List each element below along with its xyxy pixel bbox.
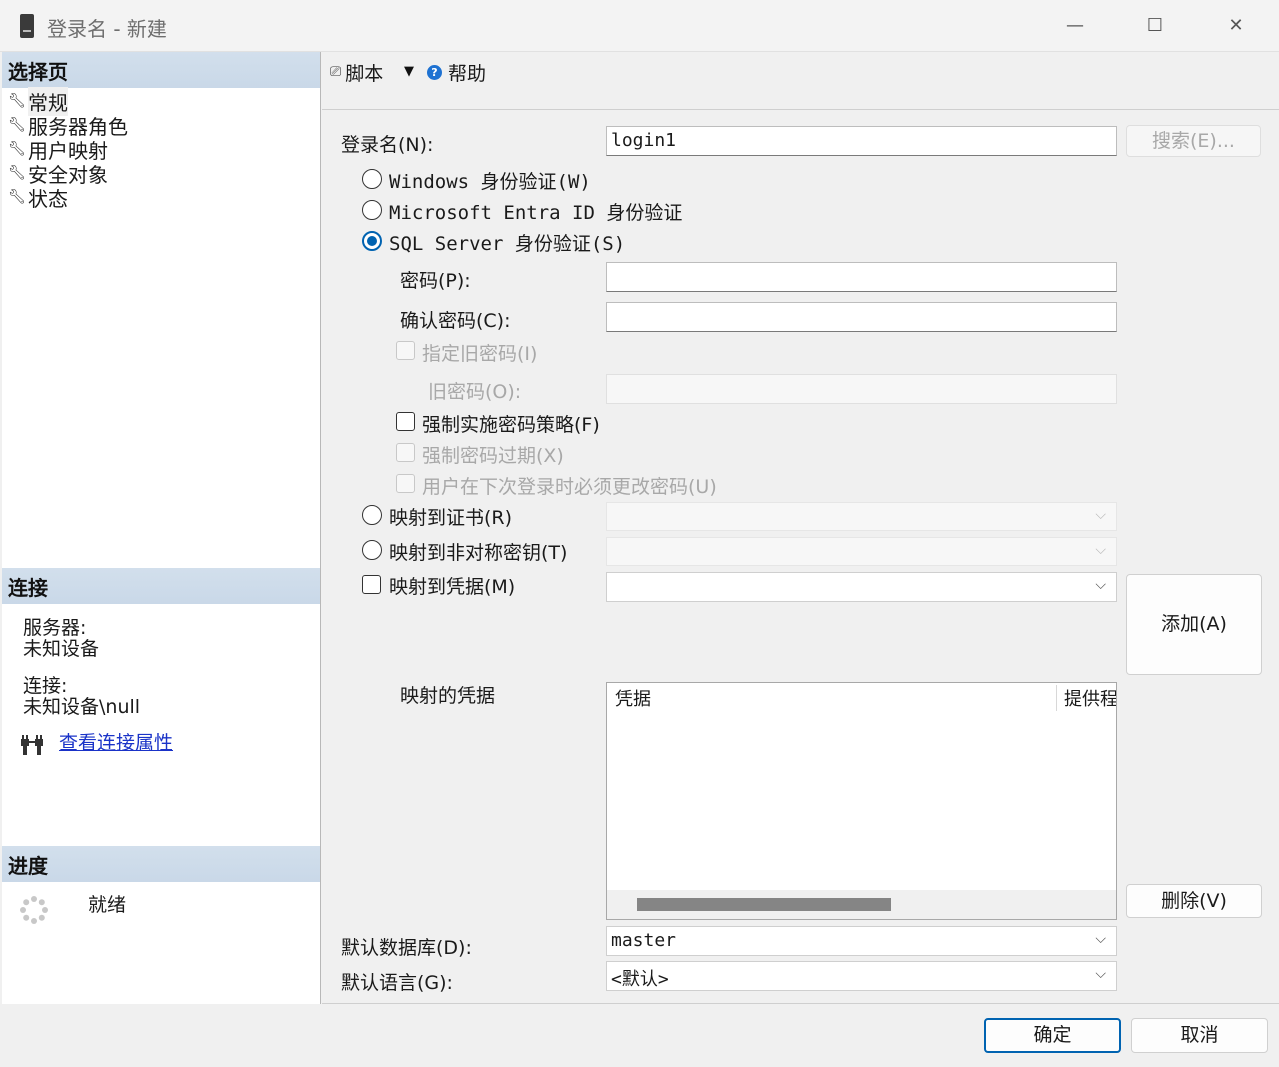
maximize-button[interactable]: ☐ (1125, 0, 1185, 52)
script-label: 脚本 (345, 62, 384, 85)
sql-auth-radio[interactable] (362, 231, 382, 251)
default-language-label: 默认语言(G): (341, 972, 453, 994)
select-page-header: 选择页 (2, 52, 320, 88)
progress-status: 就绪 (88, 894, 127, 916)
script-button[interactable]: ⎚ 脚本 (330, 60, 384, 85)
map-asym-key-radio[interactable] (362, 540, 382, 560)
help-icon: ? (427, 64, 442, 80)
default-language-combo[interactable]: <默认> ⌵ (606, 961, 1117, 991)
enforce-expiration-label: 强制密码过期(X) (422, 445, 564, 467)
chevron-down-icon: ⌵ (1095, 542, 1106, 558)
help-label: 帮助 (448, 62, 487, 85)
map-certificate-label: 映射到证书(R) (389, 507, 513, 529)
add-credential-button[interactable]: 添加(A) (1126, 574, 1262, 675)
left-panel: 选择页 🔧︎ 常规 🔧︎ 服务器角色 🔧︎ 用户映射 🔧︎ 安全对象 🔧︎ 状态… (2, 52, 321, 1004)
default-database-label: 默认数据库(D): (341, 937, 472, 959)
enforce-expiration-checkbox[interactable] (396, 443, 415, 462)
wrench-icon: 🔧︎ (8, 165, 26, 181)
page-item-general[interactable]: 🔧︎ 常规 (8, 86, 68, 116)
remove-credential-button[interactable]: 删除(V) (1126, 884, 1262, 918)
sql-auth-label: SQL Server 身份验证(S) (389, 233, 626, 255)
horizontal-scrollbar[interactable] (607, 890, 1116, 919)
server-label: 服务器: (23, 617, 87, 639)
wrench-icon: 🔧︎ (8, 189, 26, 205)
login-name-label: 登录名(N): (341, 134, 434, 156)
credential-column-header[interactable]: 凭据 (615, 685, 651, 711)
server-icon (20, 14, 34, 38)
ok-button[interactable]: 确定 (984, 1018, 1121, 1053)
password-label: 密码(P): (400, 270, 471, 292)
confirm-password-input[interactable] (606, 302, 1117, 332)
page-item-user-mapping[interactable]: 🔧︎ 用户映射 (8, 137, 108, 163)
title-bar: 登录名 - 新建 — ☐ ✕ (0, 0, 1279, 52)
mapped-credentials-label: 映射的凭据 (400, 685, 496, 707)
general-page-content: 登录名(N): login1 搜索(E)... Windows 身份验证(W) … (322, 110, 1279, 1004)
password-input[interactable] (606, 262, 1117, 292)
script-icon: ⎚ (330, 64, 342, 80)
page-item-label: 状态 (28, 186, 68, 211)
minimize-button[interactable]: — (1045, 0, 1105, 52)
default-language-value: <默认> (611, 969, 669, 990)
window-title: 登录名 - 新建 (47, 17, 167, 41)
map-asym-key-label: 映射到非对称密钥(T) (389, 542, 568, 564)
must-change-label: 用户在下次登录时必须更改密码(U) (422, 476, 717, 498)
page-item-status[interactable]: 🔧︎ 状态 (8, 185, 68, 211)
must-change-checkbox[interactable] (396, 474, 415, 493)
asym-key-combo[interactable]: ⌵ (606, 537, 1117, 566)
connection-header: 连接 (2, 568, 320, 604)
chevron-down-icon: ⌵ (1095, 577, 1106, 593)
connection-value: 未知设备\null (23, 696, 141, 718)
close-button[interactable]: ✕ (1206, 0, 1266, 52)
toolbar: ⎚ 脚本 ▼ ? 帮助 (322, 52, 1279, 110)
view-connection-properties-link[interactable]: 查看连接属性 (59, 733, 173, 754)
default-database-combo[interactable]: master ⌵ (606, 926, 1117, 956)
server-value: 未知设备 (23, 638, 100, 660)
old-password-label: 旧密码(O): (428, 381, 522, 403)
map-certificate-radio[interactable] (362, 505, 382, 525)
credential-combo[interactable]: ⌵ (606, 572, 1117, 602)
specify-old-password-label: 指定旧密码(I) (422, 343, 538, 365)
map-credential-checkbox[interactable] (362, 575, 381, 594)
map-credential-label: 映射到凭据(M) (389, 576, 516, 598)
connection-properties-icon (19, 735, 47, 757)
certificate-combo[interactable]: ⌵ (606, 502, 1117, 531)
entra-auth-radio[interactable] (362, 200, 382, 220)
enforce-policy-checkbox[interactable] (396, 412, 415, 431)
default-database-value: master (611, 930, 677, 951)
login-name-input[interactable]: login1 (606, 126, 1117, 156)
old-password-input[interactable] (606, 374, 1117, 404)
specify-old-password-checkbox[interactable] (396, 341, 415, 360)
windows-auth-radio[interactable] (362, 169, 382, 189)
scrollbar-thumb[interactable] (637, 898, 891, 911)
windows-auth-label: Windows 身份验证(W) (389, 171, 591, 193)
help-button[interactable]: ? 帮助 (427, 60, 487, 85)
script-dropdown-icon[interactable]: ▼ (404, 60, 414, 84)
chevron-down-icon: ⌵ (1095, 507, 1106, 523)
wrench-icon: 🔧︎ (8, 93, 26, 109)
search-button[interactable]: 搜索(E)... (1126, 125, 1261, 157)
progress-spinner-icon (19, 895, 49, 925)
provider-column-header[interactable]: 提供程 (1064, 685, 1116, 711)
chevron-down-icon: ⌵ (1095, 931, 1106, 947)
wrench-icon: 🔧︎ (8, 141, 26, 157)
cancel-button[interactable]: 取消 (1131, 1018, 1268, 1053)
chevron-down-icon: ⌵ (1095, 966, 1106, 982)
confirm-password-label: 确认密码(C): (400, 310, 511, 332)
page-item-securables[interactable]: 🔧︎ 安全对象 (8, 161, 108, 187)
entra-auth-label: Microsoft Entra ID 身份验证 (389, 202, 683, 224)
mapped-credentials-table[interactable]: 凭据 提供程 (606, 682, 1117, 920)
connection-label: 连接: (23, 675, 68, 697)
enforce-policy-label: 强制实施密码策略(F) (422, 414, 600, 436)
progress-header: 进度 (2, 846, 320, 882)
page-item-server-roles[interactable]: 🔧︎ 服务器角色 (8, 113, 128, 139)
column-divider (1056, 685, 1057, 711)
wrench-icon: 🔧︎ (8, 117, 26, 133)
